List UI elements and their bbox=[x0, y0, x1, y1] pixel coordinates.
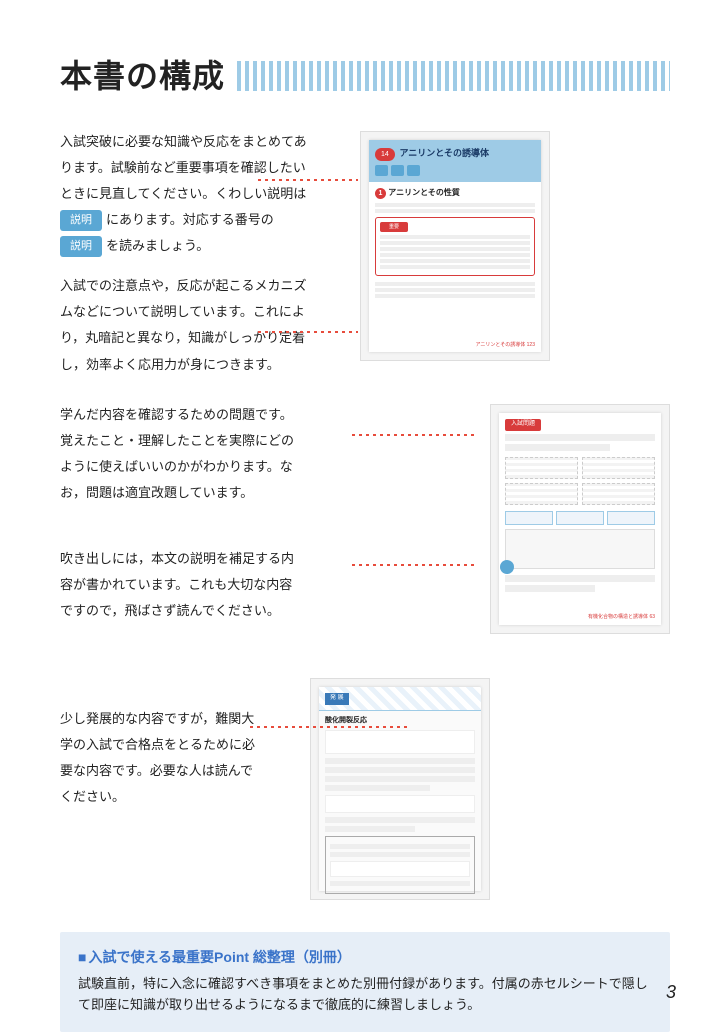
desc-block-advanced: 少し発展的な内容ですが，難関大 学の入試で合格点をとるために必 要な内容です。必… bbox=[60, 708, 310, 808]
speech-balloon-icon bbox=[500, 560, 514, 574]
advanced-label: 発 展 bbox=[325, 693, 349, 705]
page-header: 本書の構成 bbox=[60, 50, 670, 103]
thumbnail-advanced-page: 発 展 酸化開裂反応 bbox=[310, 678, 490, 900]
unit-number-badge: 14 bbox=[375, 148, 395, 162]
connector-dots bbox=[352, 564, 478, 566]
section-number-badge: 1 bbox=[375, 188, 386, 199]
desc-block-2: 入試での注意点や，反応が起こるメカニズ ムなどについて説明しています。これによ … bbox=[60, 275, 360, 375]
connector-dots bbox=[258, 331, 358, 333]
desc-line: ときに見直してください。くわしい説明は bbox=[60, 183, 360, 205]
advanced-title: 酸化開裂反応 bbox=[325, 715, 475, 727]
page-number: 3 bbox=[666, 978, 676, 1008]
desc-line: 学んだ内容を確認するための問題です。 bbox=[60, 404, 350, 426]
thumbnail-unit-opener: 14 アニリンとその誘導体 1 アニリンとその性質 重要 アニリンとその誘導体 … bbox=[360, 131, 550, 361]
explanation-badge: 説明 bbox=[60, 236, 102, 257]
desc-line: ください。 bbox=[60, 786, 310, 808]
desc-line: ように使えばいいのかがわかります。な bbox=[60, 456, 350, 478]
problem-tag: 入試問題 bbox=[505, 419, 541, 431]
desc-line: 学の入試で合格点をとるために必 bbox=[60, 734, 310, 756]
section-2: 学んだ内容を確認するための問題です。 覚えたこと・理解したことを実際にどの よう… bbox=[60, 404, 670, 654]
desc-text: を読みましょう。 bbox=[106, 238, 209, 253]
desc-line: お，問題は適宜改題しています。 bbox=[60, 482, 350, 504]
callout-title: 入試で使える最重要Point 総整理（別冊） bbox=[78, 946, 652, 969]
desc-line: 説明を読みましょう。 bbox=[60, 235, 360, 257]
connector-dots bbox=[250, 726, 410, 728]
desc-line: 吹き出しには，本文の説明を補足する内 bbox=[60, 548, 350, 570]
desc-block-balloon: 吹き出しには，本文の説明を補足する内 容が書かれています。これも大切な内容 です… bbox=[60, 548, 350, 622]
thumb-footer: アニリンとその誘導体 123 bbox=[476, 341, 535, 349]
desc-line: 説明にあります。対応する番号の bbox=[60, 209, 360, 231]
connector-dots bbox=[258, 179, 358, 181]
connector-dots bbox=[352, 434, 478, 436]
section-1-text: 入試突破に必要な知識や反応をまとめてあ ります。試験前など重要事項を確認したい … bbox=[60, 131, 360, 380]
section-4: 発 展 酸化開裂反応 少し発展的な内容ですが，難関大 学の入試で合格点をとるため… bbox=[60, 678, 670, 908]
desc-line: 容が書かれています。これも大切な内容 bbox=[60, 574, 350, 596]
section-1: 14 アニリンとその誘導体 1 アニリンとその性質 重要 アニリンとその誘導体 … bbox=[60, 131, 670, 380]
desc-line: 要な内容です。必要な人は読んで bbox=[60, 760, 310, 782]
supplementary-callout: 入試で使える最重要Point 総整理（別冊） 試験直前，特に入念に確認すべき事項… bbox=[60, 932, 670, 1032]
section-2-text: 学んだ内容を確認するための問題です。 覚えたこと・理解したことを実際にどの よう… bbox=[60, 404, 350, 654]
page-title: 本書の構成 bbox=[60, 50, 225, 103]
desc-line: ムなどについて説明しています。これによ bbox=[60, 301, 360, 323]
desc-block-1: 入試突破に必要な知識や反応をまとめてあ ります。試験前など重要事項を確認したい … bbox=[60, 131, 360, 257]
desc-line: 入試での注意点や，反応が起こるメカニズ bbox=[60, 275, 360, 297]
section-4-text: 少し発展的な内容ですが，難関大 学の入試で合格点をとるために必 要な内容です。必… bbox=[60, 708, 310, 908]
desc-block-problems: 学んだ内容を確認するための問題です。 覚えたこと・理解したことを実際にどの よう… bbox=[60, 404, 350, 504]
section-title: アニリンとその性質 bbox=[388, 188, 460, 197]
desc-line: ります。試験前など重要事項を確認したい bbox=[60, 157, 360, 179]
unit-title: アニリンとその誘導体 bbox=[399, 148, 489, 158]
thumbnail-problem-page: 入試問題 有機化合物の構造と誘導体 63 bbox=[490, 404, 670, 634]
desc-text: にあります。対応する番号の bbox=[106, 212, 274, 227]
desc-line: ですので，飛ばさず読んでください。 bbox=[60, 600, 350, 622]
callout-body: 試験直前，特に入念に確認すべき事項をまとめた別冊付録があります。付属の赤セルシー… bbox=[78, 973, 652, 1016]
explanation-badge: 説明 bbox=[60, 210, 102, 231]
desc-line: し，効率よく応用力が身につきます。 bbox=[60, 354, 360, 376]
desc-line: 入試突破に必要な知識や反応をまとめてあ bbox=[60, 131, 360, 153]
thumb-footer: 有機化合物の構造と誘導体 63 bbox=[588, 613, 655, 621]
header-stripe-decoration bbox=[237, 61, 670, 91]
desc-line: 覚えたこと・理解したことを実際にどの bbox=[60, 430, 350, 452]
